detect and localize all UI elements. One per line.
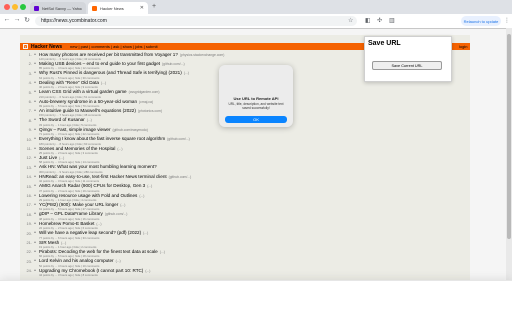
yahoo-favicon-icon [34,5,39,11]
alert-message: URL, title, description, and website tex… [228,102,284,110]
new-tab-button[interactable]: + [152,3,156,10]
reload-icon[interactable]: ↻ [23,16,31,24]
address-bar-url[interactable]: https://news.ycombinator.com [41,18,107,24]
bottom-panel [0,280,512,321]
alert-ok-button[interactable]: OK [225,116,287,123]
tab-label: NetSol Savvy — Yahoo! Search [42,5,82,11]
forward-icon[interactable]: → [13,16,21,23]
bookmark-star-icon[interactable]: ☆ [348,17,353,24]
extension-icon[interactable]: ◧ [365,17,371,24]
extensions-puzzle-icon[interactable]: ✣ [377,17,382,24]
menu-kebab-icon[interactable]: ⋮ [504,17,510,24]
save-current-url-button[interactable]: Save Current URL [372,61,442,70]
minimize-window-button[interactable] [12,4,18,10]
alert-title: Use URL to Remote API [233,96,279,101]
tab-yahoo-search[interactable]: NetSol Savvy — Yahoo! Search [30,2,86,14]
close-window-button[interactable] [4,4,10,10]
hn-favicon-icon [92,5,97,11]
relaunch-update-button[interactable]: Relaunch to update [461,16,501,26]
back-icon[interactable]: ← [3,16,11,23]
tab-hacker-news[interactable]: Hacker News ✕ [88,2,148,14]
tab-label: Hacker News [100,5,124,11]
sidepanel-icon[interactable]: ▥ [389,17,395,24]
maximize-window-button[interactable] [20,4,26,10]
close-tab-icon[interactable]: ✕ [140,5,144,11]
popup-title: Save URL [368,40,401,47]
